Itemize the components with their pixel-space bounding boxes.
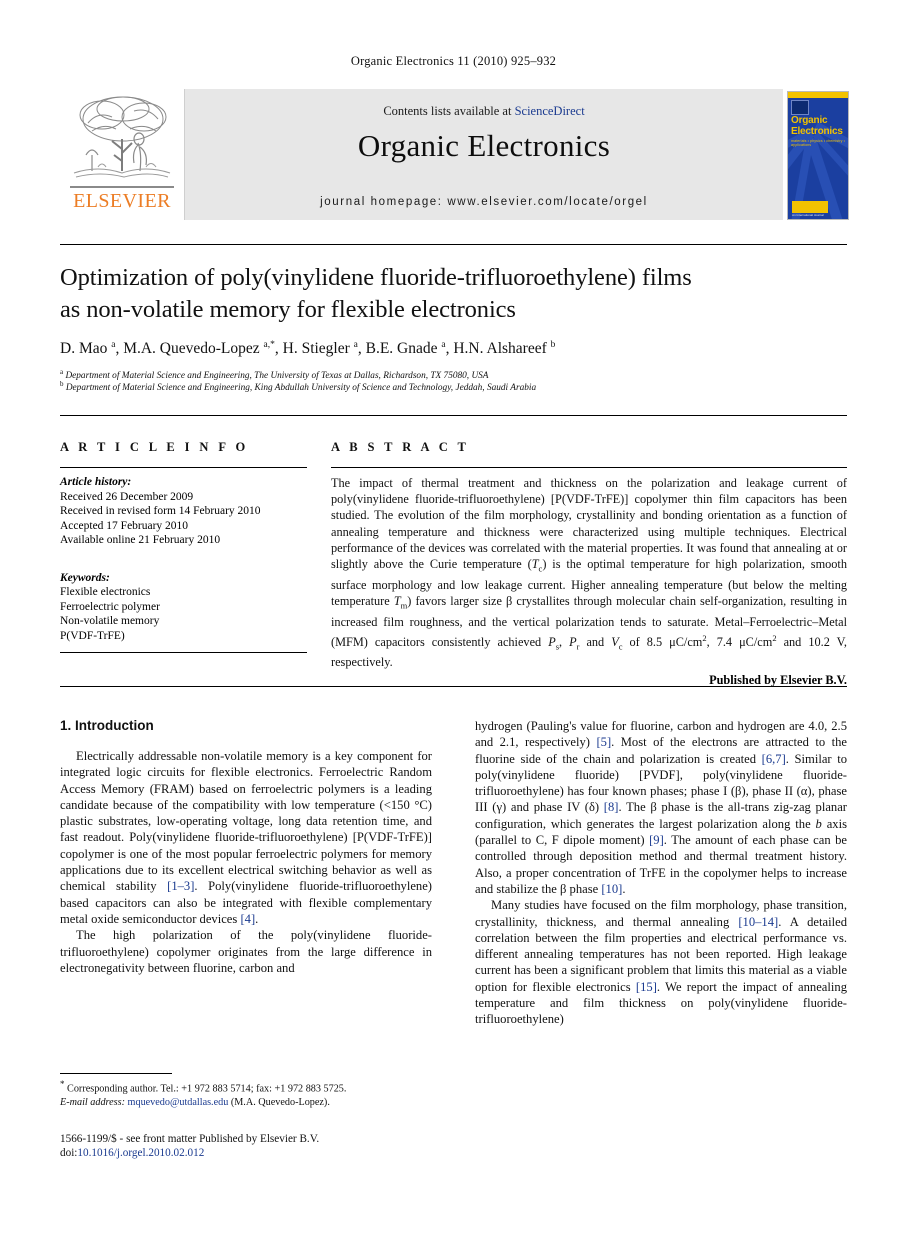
- intro-paragraph-1: Electrically addressable non-volatile me…: [60, 749, 433, 926]
- cover-footer-text: An International Journal: [792, 213, 824, 217]
- footnote-block: * Corresponding author. Tel.: +1 972 883…: [60, 1078, 432, 1109]
- journal-masthead: ELSEVIER Contents lists available at Sci…: [60, 89, 849, 220]
- doi-label: doi:: [60, 1147, 78, 1160]
- contents-prefix: Contents lists available at: [383, 104, 515, 118]
- elsevier-logo-rule: [70, 186, 174, 188]
- journal-homepage[interactable]: journal homepage: www.elsevier.com/locat…: [185, 196, 783, 208]
- running-head: Organic Electronics 11 (2010) 925–932: [350, 54, 557, 68]
- citation-link[interactable]: [4]: [240, 912, 255, 926]
- info-band-top-rule: [60, 415, 847, 416]
- doi-link[interactable]: 10.1016/j.orgel.2010.02.012: [77, 1147, 204, 1159]
- keyword-item: Non-volatile memory: [60, 615, 160, 627]
- title-divider: [60, 244, 847, 245]
- journal-cover-thumbnail: Organic Electronics materials • physics …: [787, 89, 849, 220]
- body-column-left: 1. Introduction Electrically addressable…: [60, 718, 432, 976]
- body-column-right: hydrogen (Pauling's value for fluorine, …: [475, 718, 847, 1028]
- keyword-item: Flexible electronics: [60, 586, 151, 598]
- abstract-column: A B S T R A C T The impact of thermal tr…: [331, 440, 847, 688]
- article-info-rule: [60, 467, 307, 468]
- section-heading-introduction: 1. Introduction: [60, 718, 154, 733]
- cover-footer-block: [792, 201, 828, 213]
- elsevier-wordmark: ELSEVIER: [73, 190, 171, 212]
- page-title: Optimization of poly(vinylidene fluoride…: [60, 262, 860, 326]
- sciencedirect-link[interactable]: ScienceDirect: [515, 104, 585, 118]
- abstract-heading: A B S T R A C T: [331, 440, 470, 454]
- cover-subtitle: materials • physics • chemistry • applic…: [791, 139, 846, 147]
- citation-link[interactable]: [5]: [596, 735, 611, 749]
- keyword-item: P(VDF-TrFE): [60, 629, 125, 642]
- author-list: D. Mao a, M.A. Quevedo-Lopez a,*, H. Sti…: [60, 340, 556, 358]
- abstract-rule: [331, 467, 847, 468]
- cover-top-bar: [788, 92, 848, 98]
- article-info-column: A R T I C L E I N F O Article history: R…: [60, 440, 307, 653]
- affiliation-b: b Department of Material Science and Eng…: [60, 380, 537, 394]
- history-accepted: Accepted 17 February 2010: [60, 519, 189, 532]
- affiliation-b-text: Department of Material Science and Engin…: [65, 383, 537, 394]
- keywords-label: Keywords:: [60, 571, 110, 584]
- doi-line: doi:10.1016/j.orgel.2010.02.012: [60, 1146, 480, 1160]
- cover-title-line1: Organic: [791, 115, 828, 126]
- contents-available-line: Contents lists available at ScienceDirec…: [185, 104, 783, 119]
- email-owner: (M.A. Quevedo-Lopez).: [230, 1096, 330, 1108]
- cover-title-line2: Electronics: [791, 125, 843, 137]
- elsevier-tree-icon: [73, 96, 171, 178]
- keyword-item: Ferroelectric polymer: [60, 600, 160, 613]
- history-revised: Received in revised form 14 February 201…: [60, 505, 261, 517]
- citation-link[interactable]: [10]: [601, 882, 622, 896]
- article-history-label: Article history:: [60, 476, 132, 488]
- journal-title: Organic Electronics: [357, 128, 611, 163]
- citation-link[interactable]: [15]: [636, 980, 657, 994]
- article-first-page: Organic Electronics 11 (2010) 925–932 EL…: [0, 0, 907, 1238]
- cover-publisher-badge: [791, 100, 809, 115]
- citation-link[interactable]: [1–3]: [167, 879, 194, 893]
- intro-paragraph-2: The high polarization of the poly(vinyli…: [60, 928, 432, 975]
- citation-link[interactable]: [8]: [604, 800, 619, 814]
- citation-link[interactable]: [6,7]: [762, 752, 786, 766]
- title-line-2: as non-volatile memory for flexible elec…: [60, 296, 516, 323]
- abstract-publisher-line: Published by Elsevier B.V.: [709, 672, 847, 687]
- elsevier-logo: ELSEVIER: [60, 89, 184, 220]
- intro-paragraph-3: Many studies have focused on the film mo…: [475, 898, 847, 1027]
- history-online: Available online 21 February 2010: [60, 534, 221, 546]
- footnote-asterisk: *: [60, 1079, 65, 1089]
- article-info-heading: A R T I C L E I N F O: [60, 440, 249, 454]
- title-line-1: Optimization of poly(vinylidene fluoride…: [60, 264, 692, 291]
- citation-link[interactable]: [9]: [649, 833, 664, 847]
- history-received: Received 26 December 2009: [60, 490, 194, 503]
- imprint-block: 1566-1199/$ - see front matter Published…: [60, 1132, 480, 1161]
- intro-paragraph-2-cont: hydrogen (Pauling's value for fluorine, …: [475, 719, 848, 896]
- issn-line: 1566-1199/$ - see front matter Published…: [60, 1133, 320, 1145]
- footnote-divider: [60, 1073, 172, 1074]
- citation-link[interactable]: [10–14]: [738, 915, 778, 929]
- abstract-text: The impact of thermal treatment and thic…: [331, 476, 847, 670]
- email-link[interactable]: mquevedo@utdallas.edu: [128, 1097, 229, 1108]
- article-info-bottom-rule: [60, 652, 307, 653]
- corresponding-author-note: Corresponding author. Tel.: +1 972 883 5…: [67, 1083, 347, 1095]
- masthead-band: Contents lists available at ScienceDirec…: [184, 89, 783, 220]
- email-address-label: E-mail address:: [60, 1096, 125, 1108]
- cover-journal-name: Organic Electronics: [791, 115, 847, 137]
